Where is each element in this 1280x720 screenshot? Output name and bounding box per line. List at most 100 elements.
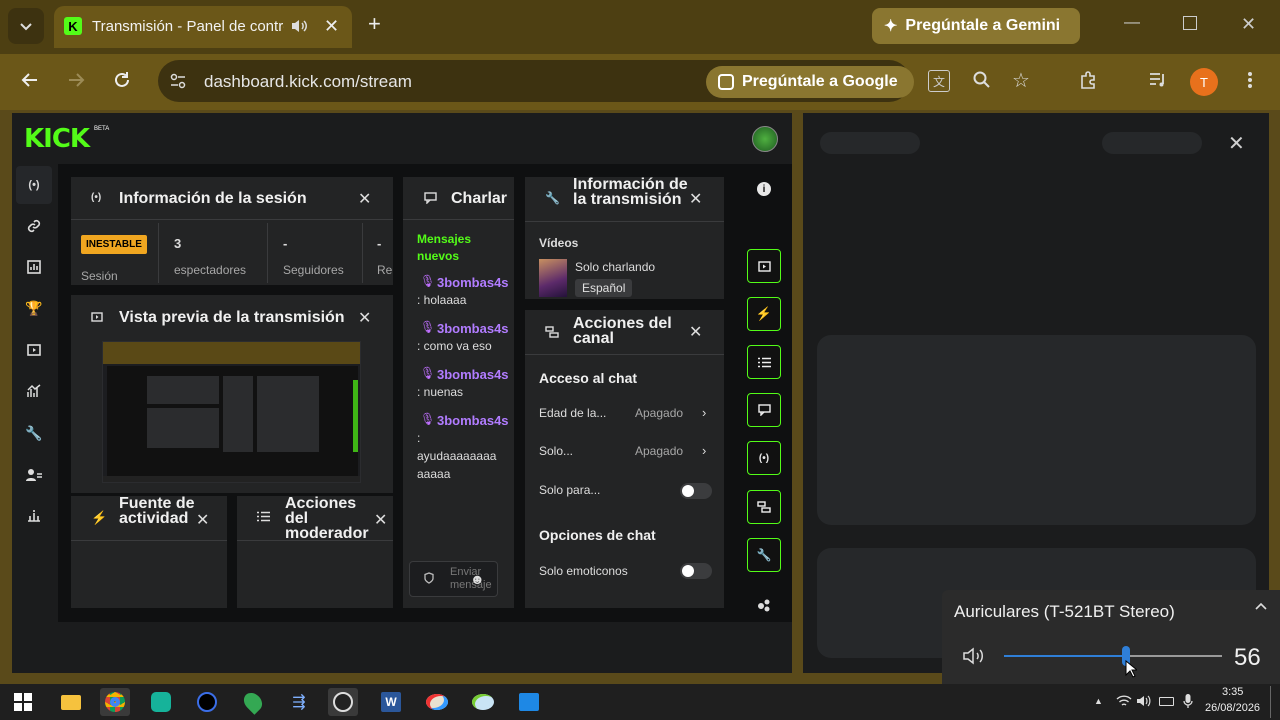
mic-icon: 🎙 bbox=[420, 366, 436, 380]
app-icon[interactable] bbox=[146, 688, 176, 716]
profile-avatar[interactable]: T bbox=[1190, 68, 1218, 96]
extra-stat-label: Re bbox=[377, 263, 393, 277]
category-thumbnail[interactable] bbox=[539, 259, 567, 297]
volume-slider[interactable] bbox=[1004, 644, 1222, 668]
reload-icon[interactable] bbox=[112, 70, 132, 90]
info-icon[interactable]: i bbox=[757, 182, 771, 196]
rail-session-button[interactable]: (•) bbox=[747, 441, 781, 475]
rail-channel-actions-button[interactable] bbox=[747, 490, 781, 524]
forward-arrow-icon[interactable] bbox=[66, 70, 86, 90]
preview-rail bbox=[353, 380, 358, 452]
close-moderator-panel-icon[interactable]: ✕ bbox=[374, 510, 387, 530]
close-tab-icon[interactable]: ✕ bbox=[324, 16, 339, 37]
microphone-icon[interactable] bbox=[1183, 693, 1193, 709]
battery-icon[interactable] bbox=[1159, 697, 1174, 706]
chat-username[interactable]: 3bombas4s bbox=[437, 413, 509, 428]
creator-tools-icon[interactable] bbox=[19, 501, 49, 531]
emotes-only-toggle[interactable] bbox=[680, 563, 712, 579]
volume-tray-icon[interactable] bbox=[1136, 694, 1152, 708]
clock-date[interactable]: 26/08/2026 bbox=[1205, 702, 1260, 714]
close-stream-info-icon[interactable]: ✕ bbox=[689, 189, 702, 209]
minimize-window-icon[interactable]: — bbox=[1124, 14, 1140, 32]
ask-gemini-label: Pregúntale a Gemini bbox=[905, 17, 1061, 34]
community-icon[interactable] bbox=[19, 460, 49, 490]
panel-divider bbox=[71, 219, 393, 220]
app-icon[interactable] bbox=[468, 688, 498, 716]
app-icon[interactable] bbox=[192, 688, 222, 716]
emotes-only-label: Solo emoticonos bbox=[539, 564, 628, 578]
extensions-icon[interactable] bbox=[1078, 70, 1098, 90]
maps-icon[interactable] bbox=[238, 688, 268, 716]
mouse-cursor-icon bbox=[1125, 660, 1137, 678]
back-arrow-icon[interactable] bbox=[20, 70, 40, 90]
close-session-panel-icon[interactable]: ✕ bbox=[358, 189, 371, 209]
chat-input[interactable]: Enviar mensaje ☻ bbox=[409, 561, 498, 597]
paint-icon[interactable] bbox=[422, 688, 452, 716]
wrench-icon[interactable]: 🔧 bbox=[19, 418, 49, 448]
chat-username[interactable]: 3bombas4s bbox=[437, 275, 509, 290]
more-menu-icon[interactable] bbox=[1244, 70, 1256, 90]
video-icon[interactable] bbox=[19, 335, 49, 365]
file-explorer-icon[interactable] bbox=[56, 688, 86, 716]
chat-username[interactable]: 3bombas4s bbox=[437, 321, 509, 336]
close-activity-panel-icon[interactable]: ✕ bbox=[196, 510, 209, 530]
translate-icon[interactable]: 文 bbox=[928, 70, 950, 92]
chat-age-setting-row[interactable]: Edad de la... Apagado › bbox=[525, 402, 724, 426]
session-info-title: Información de la sesión bbox=[119, 190, 307, 207]
solo-setting-row[interactable]: Solo... Apagado › bbox=[525, 440, 724, 464]
ask-google-button[interactable]: Pregúntale a Google bbox=[706, 66, 914, 98]
show-desktop-button[interactable] bbox=[1270, 686, 1271, 718]
wifi-icon[interactable] bbox=[1116, 694, 1132, 708]
rail-stream-info-button[interactable]: 🔧 bbox=[747, 538, 781, 572]
user-avatar[interactable] bbox=[752, 126, 778, 152]
zoom-icon[interactable] bbox=[972, 70, 992, 90]
site-settings-icon[interactable] bbox=[168, 71, 188, 91]
list-icon bbox=[257, 511, 270, 522]
kick-logo[interactable]: KICK BETA bbox=[24, 124, 109, 154]
media-control-icon[interactable] bbox=[1148, 71, 1168, 89]
emoji-icon[interactable]: ☻ bbox=[470, 571, 485, 587]
rail-activity-button[interactable]: ⚡ bbox=[747, 297, 781, 331]
new-tab-icon[interactable]: + bbox=[368, 13, 381, 35]
chrome-icon[interactable] bbox=[100, 688, 130, 716]
app-icon[interactable]: ⇶ bbox=[284, 688, 314, 716]
layout-settings-icon[interactable] bbox=[757, 598, 771, 612]
category-name[interactable]: Solo charlando bbox=[575, 260, 655, 274]
panel-divider bbox=[525, 354, 724, 355]
rail-moderator-button[interactable] bbox=[747, 345, 781, 379]
speaker-icon[interactable] bbox=[290, 18, 308, 34]
browser-tab[interactable]: K Transmisión - Panel de control ✕ bbox=[54, 6, 352, 48]
close-channel-actions-icon[interactable]: ✕ bbox=[689, 322, 702, 342]
chevron-up-tray-icon[interactable]: ▲ bbox=[1094, 696, 1103, 706]
app-icon[interactable] bbox=[514, 688, 544, 716]
close-preview-panel-icon[interactable]: ✕ bbox=[358, 308, 371, 328]
chevron-right-icon: › bbox=[702, 443, 707, 458]
unstable-badge: INESTABLE bbox=[81, 235, 147, 254]
close-side-panel-icon[interactable]: ✕ bbox=[1228, 131, 1245, 156]
solo-para-toggle[interactable] bbox=[680, 483, 712, 499]
analytics-icon[interactable] bbox=[19, 252, 49, 282]
bookmark-star-icon[interactable]: ☆ bbox=[1012, 68, 1030, 93]
viewers-label: espectadores bbox=[174, 263, 247, 277]
stream-preview-video[interactable] bbox=[102, 341, 361, 483]
rail-chat-button[interactable] bbox=[747, 393, 781, 427]
obs-icon[interactable] bbox=[328, 688, 358, 716]
growth-chart-icon[interactable] bbox=[19, 376, 49, 406]
link-icon[interactable] bbox=[19, 211, 49, 241]
speaker-volume-icon[interactable] bbox=[962, 646, 986, 666]
chat-username[interactable]: 3bombas4s bbox=[437, 367, 509, 382]
broadcast-icon[interactable]: (•) bbox=[19, 170, 49, 200]
restore-window-icon[interactable] bbox=[1183, 16, 1197, 30]
close-window-icon[interactable]: ✕ bbox=[1241, 14, 1256, 35]
ask-gemini-button[interactable]: ✦ Pregúntale a Gemini bbox=[872, 8, 1080, 44]
clock-time[interactable]: 3:35 bbox=[1222, 686, 1243, 698]
volume-flyout: Auriculares (T-521BT Stereo) 56 bbox=[942, 590, 1280, 684]
tab-search-button[interactable] bbox=[8, 8, 44, 44]
rail-preview-button[interactable] bbox=[747, 249, 781, 283]
audio-device-name[interactable]: Auriculares (T-521BT Stereo) bbox=[954, 602, 1175, 622]
windows-start-icon[interactable] bbox=[8, 688, 38, 716]
chevron-up-icon[interactable] bbox=[1255, 602, 1267, 610]
trophy-icon[interactable]: 🏆 bbox=[19, 293, 49, 323]
chat-panel: Charlar Mensajes nuevos 🎙 3bombas4s : ho… bbox=[403, 177, 514, 608]
word-icon[interactable]: W bbox=[376, 688, 406, 716]
